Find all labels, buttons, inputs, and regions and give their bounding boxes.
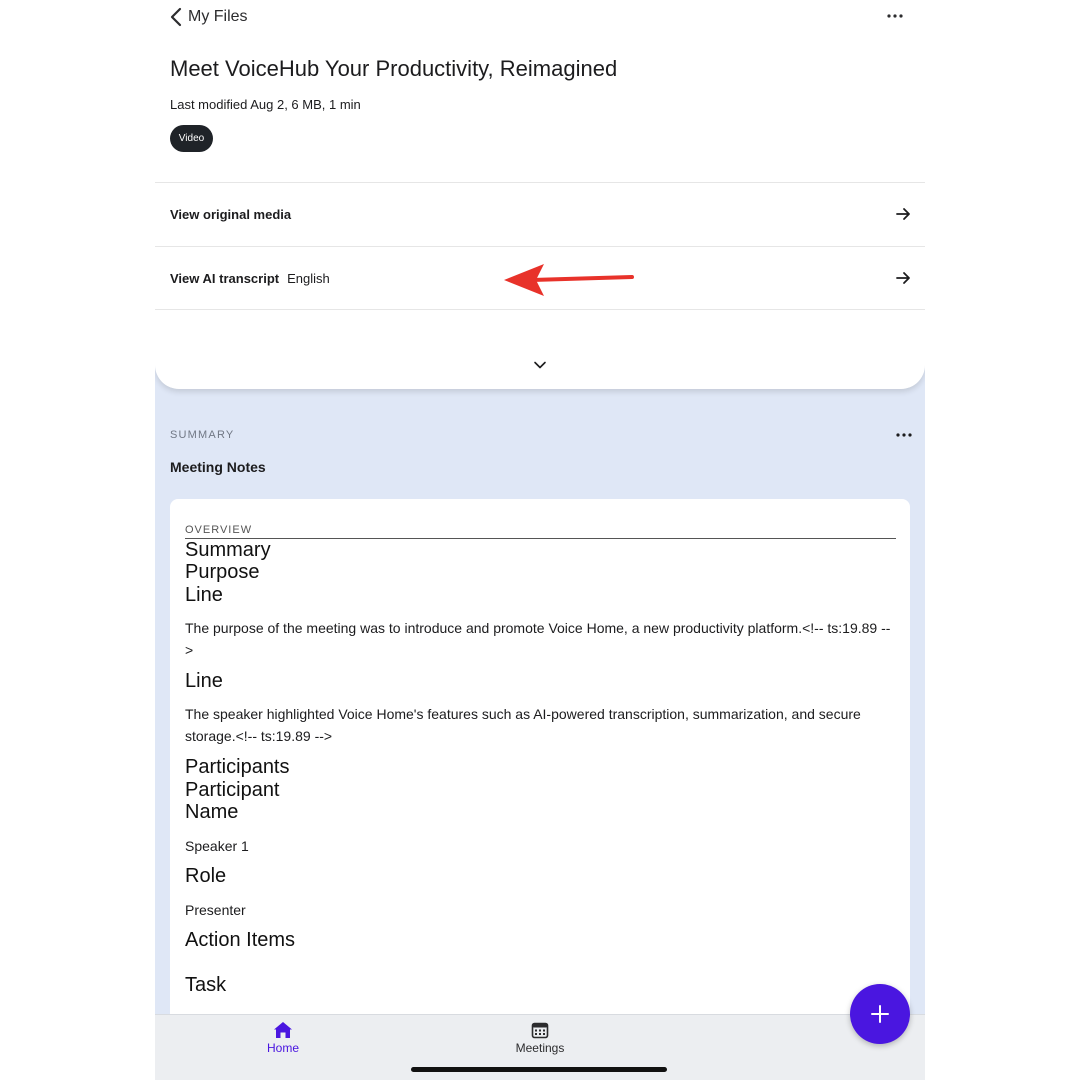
tab-home[interactable]: Home <box>243 1021 323 1055</box>
purpose-text: The purpose of the meeting was to introd… <box>185 620 891 658</box>
participant-role: Presenter <box>185 902 246 918</box>
heading-name: Name <box>185 801 239 823</box>
tab-meetings[interactable]: Meetings <box>500 1021 580 1055</box>
summary-section-label: SUMMARY <box>170 429 235 441</box>
tab-label: Home <box>266 1041 299 1055</box>
more-horizontal-icon <box>887 14 903 18</box>
home-indicator <box>411 1067 667 1072</box>
plus-icon <box>871 1005 889 1023</box>
file-details-card: My Files Meet VoiceHub Your Productivity… <box>155 0 925 389</box>
heading-line: Line <box>185 670 223 692</box>
row-label: View original media <box>170 207 292 222</box>
arrow-right-icon <box>896 272 910 284</box>
heading-participants: Participants <box>185 756 290 778</box>
tab-label: Meetings <box>515 1041 565 1055</box>
add-button[interactable] <box>850 984 910 1044</box>
participant-name: Speaker 1 <box>185 838 249 854</box>
overview-label: OVERVIEW <box>185 524 253 536</box>
heading-role: Role <box>185 865 227 887</box>
meeting-notes-card: OVERVIEW Summary Purpose Line The purpos… <box>170 499 910 1080</box>
arrow-right-icon <box>896 208 910 220</box>
back-label: My Files <box>188 8 248 25</box>
home-icon <box>274 1022 292 1038</box>
view-original-media-row[interactable]: View original media <box>155 182 925 246</box>
heading-summary: Summary <box>185 539 271 561</box>
file-meta: Last modified Aug 2, 6 MB, 1 min <box>170 97 361 112</box>
file-title: Meet VoiceHub Your Productivity, Reimagi… <box>170 56 618 81</box>
heading-purpose: Purpose <box>185 561 260 583</box>
heading-action-items: Action Items <box>185 929 296 951</box>
summary-title: Meeting Notes <box>170 459 266 475</box>
app-screen: My Files Meet VoiceHub Your Productivity… <box>155 0 925 1080</box>
chevron-left-icon <box>170 7 182 27</box>
row-label: View AI transcript <box>170 270 280 286</box>
more-options-button[interactable] <box>881 6 909 26</box>
transcript-language: English <box>287 270 330 286</box>
heading-participant: Participant <box>185 779 280 801</box>
summary-more-button[interactable] <box>891 426 917 444</box>
calendar-icon <box>531 1022 549 1039</box>
overview-divider <box>185 538 896 539</box>
back-button[interactable]: My Files <box>170 4 248 30</box>
heading-task: Task <box>185 974 227 996</box>
more-horizontal-icon <box>896 433 912 437</box>
chevron-down-icon[interactable] <box>533 358 547 372</box>
annotation-arrow <box>504 264 634 296</box>
media-type-chip: Video <box>170 125 213 152</box>
heading-line: Line <box>185 584 223 606</box>
features-text: The speaker highlighted Voice Home's fea… <box>185 706 861 744</box>
